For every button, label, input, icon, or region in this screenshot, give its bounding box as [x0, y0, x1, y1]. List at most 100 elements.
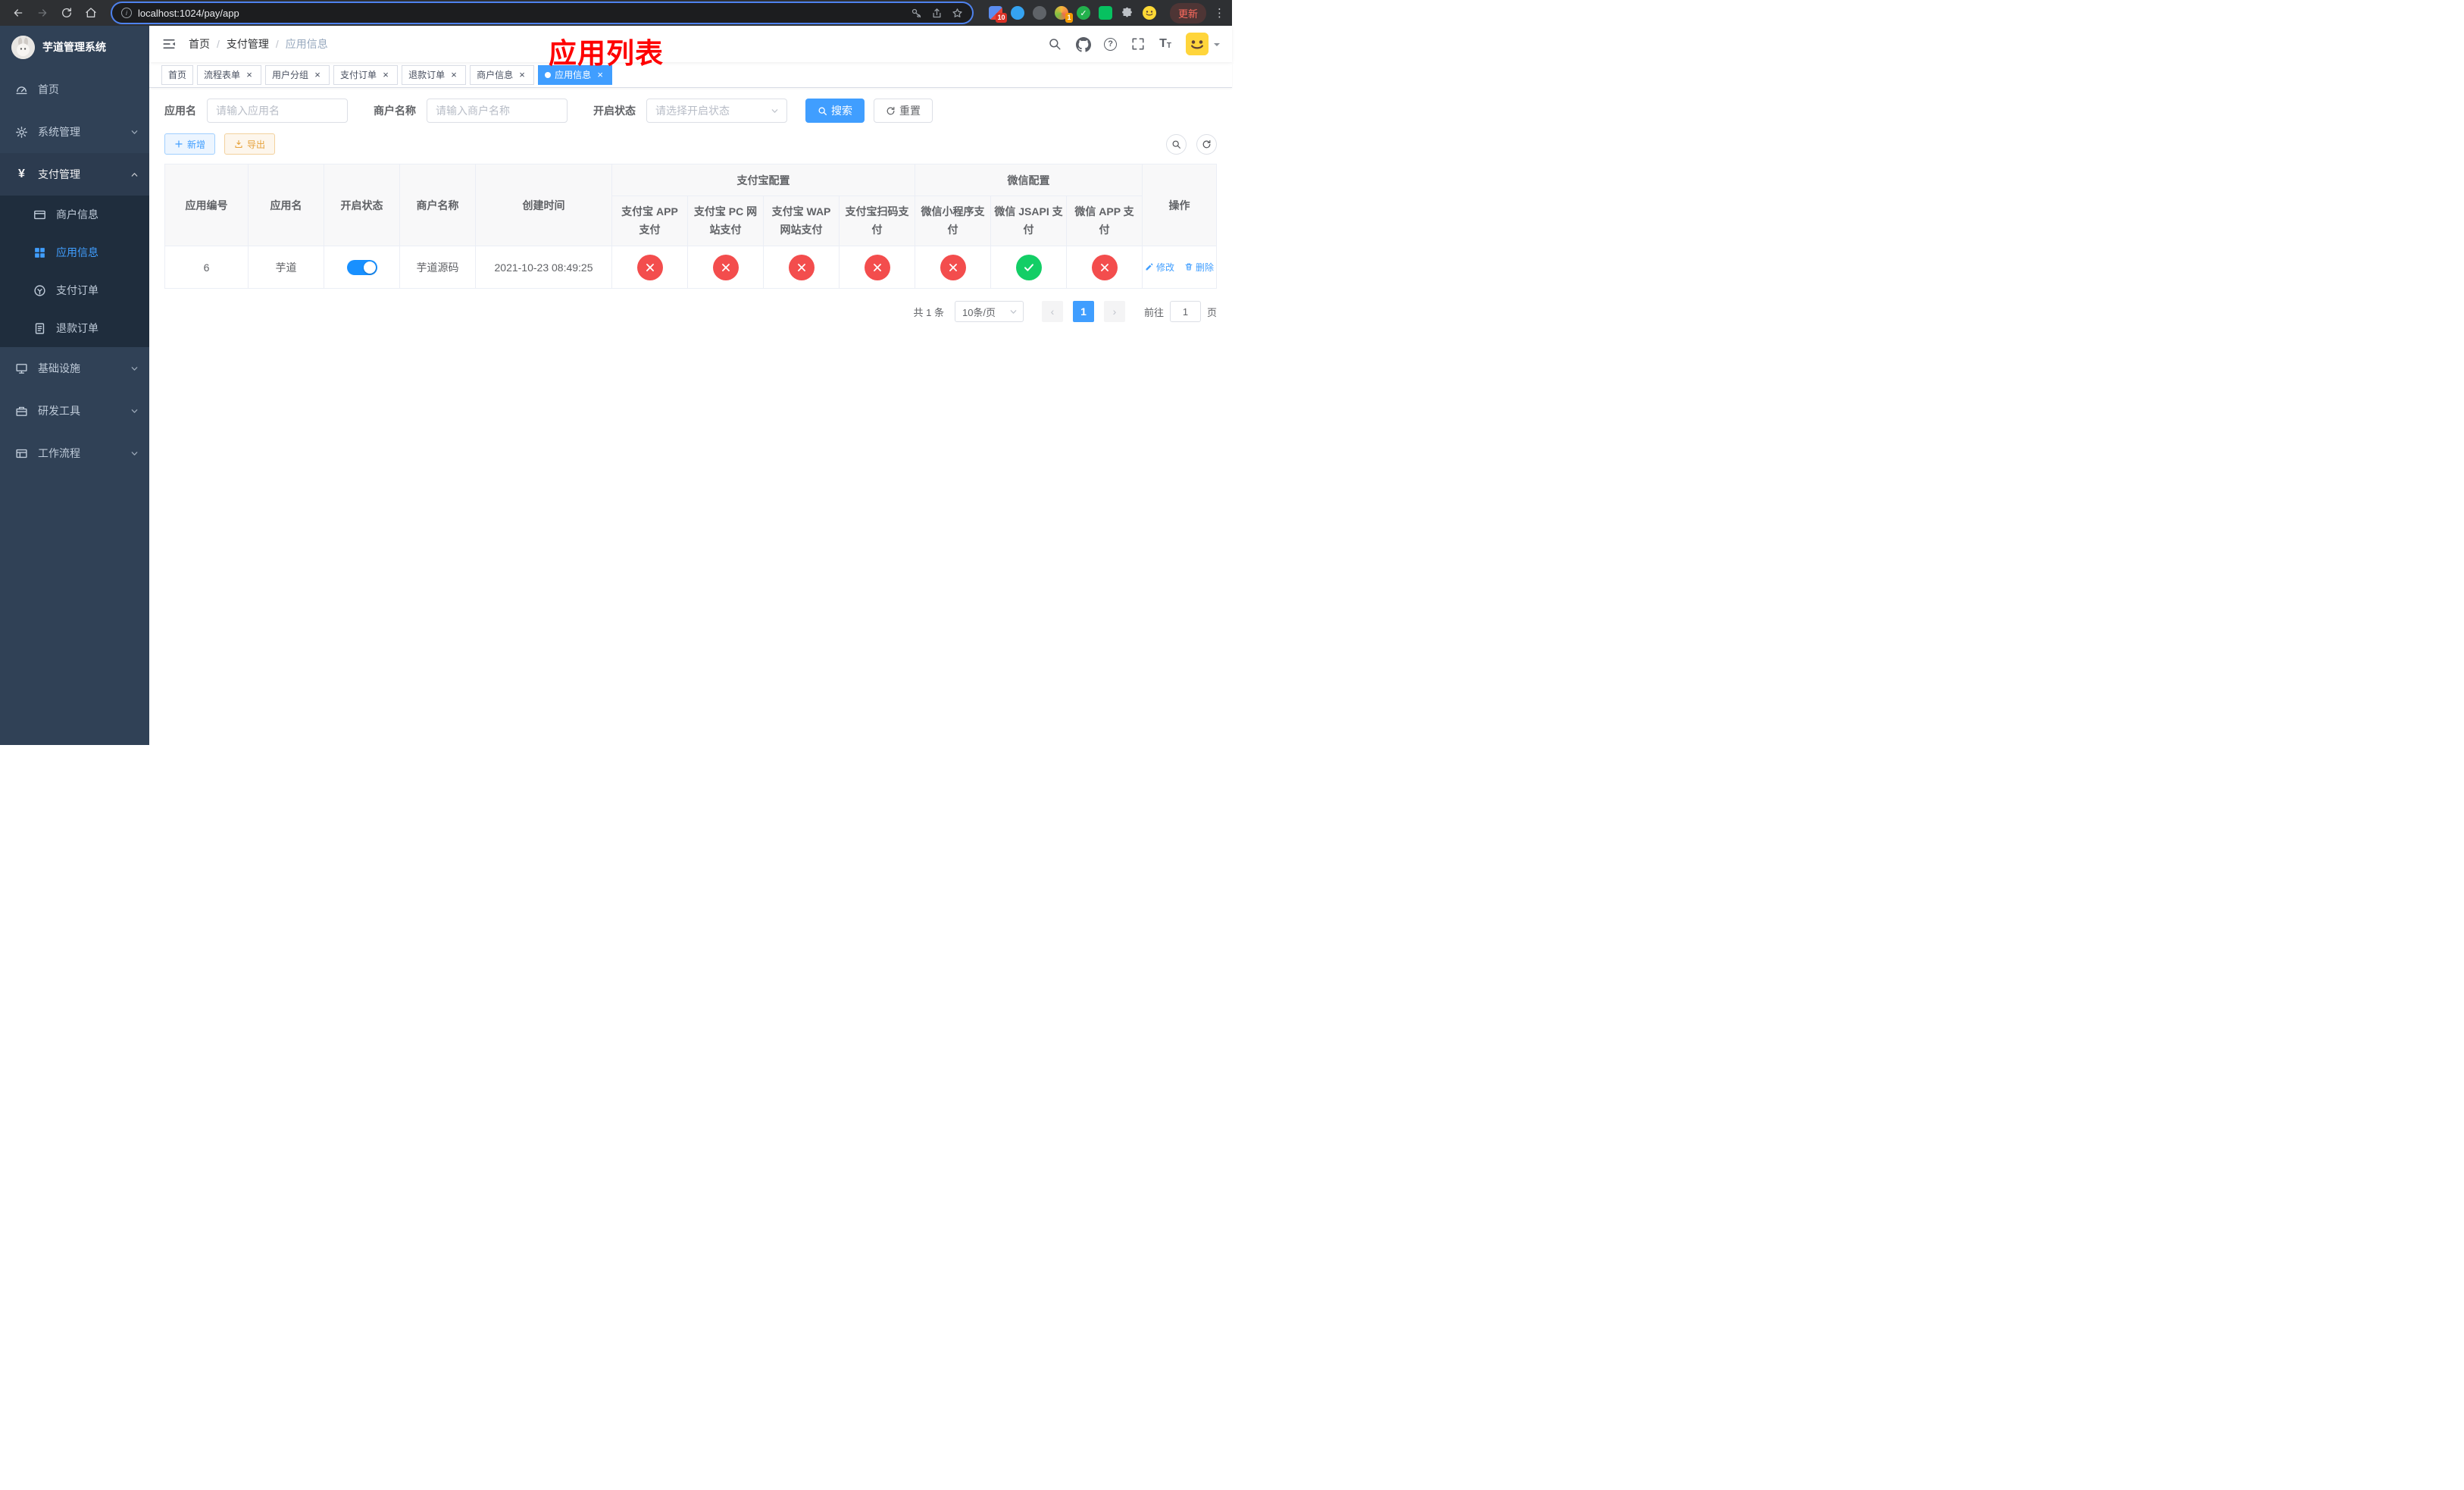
delete-button[interactable]: 删除 — [1184, 261, 1214, 274]
password-key-icon[interactable] — [911, 8, 922, 19]
tab-process-form[interactable]: 流程表单 × — [197, 64, 262, 85]
status-icon-wechat-jsapi — [1015, 254, 1042, 280]
tab-user-group[interactable]: 用户分组 × — [265, 64, 330, 85]
col-header-alipay-app: 支付宝 APP 支付 — [611, 196, 688, 246]
export-button[interactable]: 导出 — [224, 133, 276, 155]
github-icon[interactable] — [1076, 37, 1092, 52]
cell-merchant: 芋道源码 — [399, 246, 476, 289]
tab-label: 商户信息 — [477, 70, 514, 80]
sidebar-item-payment[interactable]: ¥ 支付管理 — [0, 153, 149, 196]
browser-profile-avatar[interactable] — [1142, 6, 1156, 20]
merchant-name-input[interactable] — [427, 99, 568, 123]
prev-page-button[interactable]: ‹ — [1041, 301, 1063, 322]
sidebar-item-workflow[interactable]: 工作流程 — [0, 432, 149, 474]
tab-label: 流程表单 — [204, 70, 241, 80]
sidebar-item-infra[interactable]: 基础设施 — [0, 347, 149, 390]
reload-icon[interactable] — [56, 3, 77, 23]
next-page-button[interactable]: › — [1103, 301, 1125, 322]
tab-close-icon[interactable]: × — [595, 70, 605, 80]
sidebar-item-refund-order[interactable]: 退款订单 — [0, 309, 149, 347]
extension-icon-4[interactable]: 1 — [1054, 6, 1073, 23]
tab-label: 首页 — [168, 70, 187, 80]
monitor-icon — [15, 362, 28, 375]
tab-close-icon[interactable]: × — [380, 70, 391, 80]
sidebar-item-pay-order[interactable]: 支付订单 — [0, 271, 149, 309]
sidebar-item-devtools[interactable]: 研发工具 — [0, 390, 149, 432]
toggle-knob — [363, 261, 376, 274]
back-icon[interactable] — [8, 3, 29, 23]
add-button[interactable]: 新增 — [164, 133, 216, 155]
cell-create-time: 2021-10-23 08:49:25 — [475, 246, 612, 289]
sidebar-collapse-icon[interactable] — [161, 36, 177, 52]
extension-icon-1[interactable]: 10 — [988, 6, 1007, 23]
user-menu[interactable] — [1186, 33, 1220, 55]
tab-refund-order[interactable]: 退款订单 × — [402, 64, 467, 85]
search-icon[interactable] — [1048, 37, 1062, 51]
status-icon-wechat-mini — [940, 254, 966, 280]
col-header-wechat-jsapi: 微信 JSAPI 支付 — [990, 196, 1067, 246]
font-size-icon[interactable]: TT — [1159, 38, 1171, 50]
user-avatar — [1186, 33, 1209, 55]
extension-icon-3[interactable] — [1032, 6, 1046, 20]
cell-status — [324, 246, 400, 289]
home-icon[interactable] — [80, 3, 102, 23]
extensions-puzzle-icon[interactable] — [1121, 6, 1134, 20]
extension-icon-2[interactable] — [1010, 6, 1024, 20]
breadcrumb-separator: / — [217, 38, 220, 50]
sidebar-item-label: 支付管理 — [38, 168, 80, 180]
edit-button[interactable]: 修改 — [1145, 261, 1174, 274]
breadcrumb-home[interactable]: 首页 — [189, 36, 210, 52]
app-logo[interactable]: 芋道管理系统 — [0, 26, 149, 68]
col-header-create-time: 创建时间 — [475, 164, 612, 246]
url-bar[interactable]: i localhost:1024/pay/app — [112, 3, 972, 23]
extensions-area: 10 1 ✓ — [988, 6, 1156, 23]
app-name-input[interactable] — [207, 99, 348, 123]
site-info-icon[interactable]: i — [121, 8, 132, 18]
refund-icon — [33, 322, 46, 335]
fullscreen-icon[interactable] — [1131, 37, 1145, 51]
refresh-icon-button[interactable] — [1196, 133, 1217, 155]
status-select[interactable]: 请选择开启状态 — [646, 99, 787, 123]
status-toggle[interactable] — [346, 259, 377, 275]
pagination: 共 1 条 10条/页 ‹ 1 › 前往 页 — [164, 301, 1217, 322]
page-size-select[interactable]: 10条/页 — [954, 301, 1024, 322]
reset-button[interactable]: 重置 — [874, 99, 933, 123]
top-bar: 首页 / 支付管理 / 应用信息 ? TT — [149, 26, 1232, 62]
tab-merchant-info[interactable]: 商户信息 × — [470, 64, 535, 85]
tab-pay-order[interactable]: 支付订单 × — [333, 64, 399, 85]
tab-close-icon[interactable]: × — [449, 70, 459, 80]
search-button[interactable]: 搜索 — [805, 99, 865, 123]
tab-home[interactable]: 首页 — [161, 64, 194, 85]
sidebar-item-app-info[interactable]: 应用信息 — [0, 233, 149, 271]
cell-app-name: 芋道 — [248, 246, 324, 289]
table-row: 6 芋道 芋道源码 2021-10-23 08:49:25 修改 删除 — [164, 246, 1217, 289]
sidebar-item-system[interactable]: 系统管理 — [0, 111, 149, 153]
tab-close-icon[interactable]: × — [312, 70, 323, 80]
sidebar-item-home[interactable]: 首页 — [0, 68, 149, 111]
chevron-down-icon — [130, 365, 139, 373]
bookmark-star-icon[interactable] — [952, 8, 963, 19]
col-header-alipay-pc: 支付宝 PC 网站支付 — [687, 196, 764, 246]
browser-menu-icon[interactable]: ⋮ — [1214, 6, 1225, 20]
extension-icon-check[interactable]: ✓ — [1076, 6, 1090, 20]
tab-app-info[interactable]: 应用信息 × — [538, 64, 613, 85]
status-icon-alipay-app — [636, 254, 663, 280]
status-icon-alipay-wap — [788, 254, 815, 280]
col-header-app-name: 应用名 — [248, 164, 324, 246]
page-number-button[interactable]: 1 — [1072, 301, 1094, 322]
forward-icon[interactable] — [32, 3, 53, 23]
goto-label: 前往 — [1143, 306, 1164, 318]
sidebar-item-label: 应用信息 — [56, 246, 98, 258]
status-icon-alipay-qr — [864, 254, 890, 280]
extension-icon-green[interactable] — [1098, 6, 1112, 20]
tab-close-icon[interactable]: × — [244, 70, 255, 80]
goto-page-input[interactable] — [1169, 301, 1201, 322]
share-icon[interactable] — [931, 8, 943, 19]
help-icon[interactable]: ? — [1104, 37, 1118, 51]
delete-button-label: 删除 — [1195, 261, 1214, 273]
tab-close-icon[interactable]: × — [517, 70, 527, 80]
toggle-search-icon-button[interactable] — [1166, 133, 1187, 155]
browser-update-button[interactable]: 更新 — [1169, 2, 1206, 23]
breadcrumb-payment[interactable]: 支付管理 — [227, 36, 269, 52]
sidebar-item-merchant-info[interactable]: 商户信息 — [0, 196, 149, 233]
